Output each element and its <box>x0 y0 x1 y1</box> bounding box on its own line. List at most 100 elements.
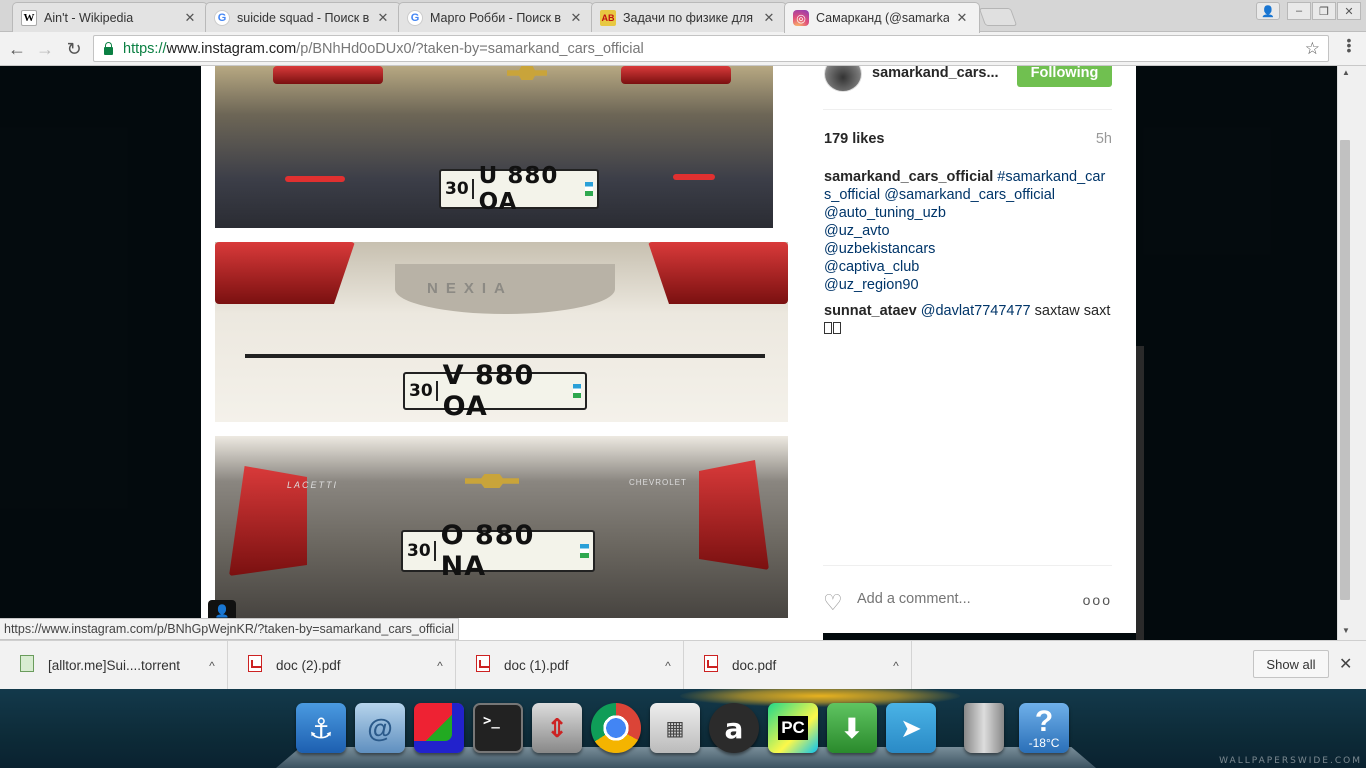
download-item[interactable]: doc.pdf ^ <box>684 641 912 690</box>
uzbekistan-flag-icon <box>572 384 581 398</box>
download-icon[interactable]: ⬇ <box>827 703 877 753</box>
page-scrollbar[interactable]: ▲ ▼ <box>1337 66 1366 640</box>
minimize-button[interactable]: – <box>1287 2 1311 20</box>
url-path: /p/BNhHd0oDUx0/?taken-by=samarkand_cars_… <box>296 40 644 57</box>
desktop-dock-area: ⚓ @ >_ ⇕ ▦ a PC ⬇ ➤ ? -18°C WALLPAPERSWI… <box>0 689 1366 768</box>
tab-close-icon[interactable]: ✕ <box>183 10 197 26</box>
chevron-up-icon[interactable]: ^ <box>425 659 455 673</box>
user-profile-icon[interactable]: 👤 <box>1256 2 1280 20</box>
license-plate-3: 30 O 880 NA <box>401 520 595 582</box>
caption-username[interactable]: samarkand_cars_official <box>824 169 993 185</box>
chrome-icon[interactable] <box>591 703 641 753</box>
taillight <box>215 242 355 304</box>
swirl-icon[interactable]: @ <box>355 703 405 753</box>
owner-username[interactable]: samarkand_cars... <box>872 66 999 81</box>
lock-icon <box>104 41 113 55</box>
uzbekistan-flag-icon <box>585 182 593 196</box>
tab-close-icon[interactable]: ✕ <box>569 10 583 26</box>
tab-close-icon[interactable]: ✕ <box>955 10 969 26</box>
avatar[interactable] <box>824 66 862 92</box>
background-page-strip <box>1136 346 1144 640</box>
chevron-up-icon[interactable]: ^ <box>653 659 683 673</box>
reload-button[interactable]: ↻ <box>61 36 87 62</box>
wikipedia-icon: W <box>21 9 37 26</box>
a-icon[interactable]: a <box>709 703 759 753</box>
likes-count[interactable]: 179 likes <box>824 131 884 147</box>
tab-close-icon[interactable]: ✕ <box>376 10 390 26</box>
page-viewport: 30 U 880 OA NEXIA 30 V 880 OA LACETTI CH <box>0 66 1337 640</box>
plate-region: 30 <box>407 541 436 561</box>
show-all-button[interactable]: Show all <box>1253 650 1329 678</box>
car-badge-chevrolet: CHEVROLET <box>629 478 687 487</box>
chrome-menu-icon[interactable]: • • • <box>1342 33 1356 57</box>
mention-link[interactable]: @auto_tuning_uzb <box>824 204 1112 222</box>
uzbekistan-flag-icon <box>580 544 589 558</box>
download-filename: doc.pdf <box>732 658 777 673</box>
settings-icon[interactable]: ⇕ <box>532 703 582 753</box>
post-sidebar: samarkand_cars... Following 179 likes 5h… <box>823 66 1136 633</box>
download-item[interactable]: doc (2).pdf ^ <box>228 641 456 690</box>
license-plate-2: 30 V 880 OA <box>403 360 587 422</box>
tab-instagram[interactable]: ◎ Самарканд (@samarka ✕ <box>784 2 980 33</box>
more-options-icon[interactable]: ooo <box>1083 592 1112 608</box>
add-comment-input[interactable] <box>857 591 1057 607</box>
chevrolet-logo <box>507 66 547 80</box>
telegram-icon[interactable]: ➤ <box>886 703 936 753</box>
scroll-down-icon[interactable]: ▼ <box>1340 626 1352 635</box>
trash-icon[interactable] <box>964 703 1004 753</box>
pdf-file-icon <box>248 655 262 672</box>
license-plate-1: 30 U 880 OA <box>439 163 599 215</box>
plate-region: 30 <box>445 179 474 199</box>
taillight <box>273 66 383 84</box>
comment: sunnat_ataev @davlat7747477 saxtaw saxt <box>824 302 1112 338</box>
download-item[interactable]: [alltor.me]Sui....torrent ^ <box>0 641 228 690</box>
taillight <box>699 460 769 570</box>
comment-username[interactable]: sunnat_ataev <box>824 303 917 319</box>
pycharm-icon[interactable]: PC <box>768 703 818 753</box>
back-button[interactable]: ← <box>4 36 30 62</box>
windows-icon[interactable] <box>414 703 464 753</box>
pdf-file-icon <box>704 655 718 672</box>
scroll-thumb[interactable] <box>1340 140 1350 600</box>
mention-link[interactable]: @uz_region90 <box>824 276 1112 294</box>
tab-close-icon[interactable]: ✕ <box>762 10 776 26</box>
tab-physics-problems[interactable]: AB Задачи по физике для ✕ <box>591 2 787 32</box>
car-badge-nexia: NEXIA <box>427 280 513 297</box>
chevron-up-icon[interactable]: ^ <box>881 659 911 673</box>
mention-link[interactable]: @davlat7747477 <box>921 303 1031 319</box>
tab-strip: W Ain't - Wikipedia ✕ G suicide squad - … <box>0 0 1366 33</box>
car-photo-2: NEXIA 30 V 880 OA <box>215 242 788 422</box>
download-item[interactable]: doc (1).pdf ^ <box>456 641 684 690</box>
instagram-icon: ◎ <box>793 10 809 26</box>
close-window-button[interactable]: ✕ <box>1337 2 1361 20</box>
download-filename: [alltor.me]Sui....torrent <box>48 658 181 673</box>
tab-google-margot-robbie[interactable]: G Марго Робби - Поиск в ✕ <box>398 2 594 32</box>
calculator-icon[interactable]: ▦ <box>650 703 700 753</box>
help-icon[interactable]: ? -18°C <box>1019 703 1069 753</box>
weather-temperature: -18°C <box>1028 736 1060 750</box>
mention-link[interactable]: @uz_avto <box>824 222 1112 240</box>
missing-glyph-icon <box>824 322 832 334</box>
tab-google-suicide-squad[interactable]: G suicide squad - Поиск в ✕ <box>205 2 401 32</box>
mention-link[interactable]: @captiva_club <box>824 258 1112 276</box>
anchor-icon[interactable]: ⚓ <box>296 703 346 753</box>
plate-number: O 880 NA <box>440 520 535 582</box>
chevron-up-icon[interactable]: ^ <box>197 659 227 673</box>
following-button[interactable]: Following <box>1017 66 1112 87</box>
new-tab-button[interactable] <box>978 8 1018 26</box>
close-icon[interactable]: ✕ <box>1339 654 1352 674</box>
maximize-button[interactable]: ❐ <box>1312 2 1336 20</box>
mention-link[interactable]: @uzbekistancars <box>824 240 1112 258</box>
terminal-icon[interactable]: >_ <box>473 703 523 753</box>
post-image[interactable]: 30 U 880 OA NEXIA 30 V 880 OA LACETTI CH <box>201 66 823 640</box>
bookmark-star-icon[interactable]: ☆ <box>1305 39 1320 59</box>
mention-link[interactable]: @samarkand_cars_official <box>884 187 1055 203</box>
pdf-file-icon <box>476 655 490 672</box>
scroll-up-icon[interactable]: ▲ <box>1340 68 1352 77</box>
post-time[interactable]: 5h <box>1096 131 1112 147</box>
address-bar[interactable]: https:// www.instagram.com /p/BNhHd0oDUx… <box>93 35 1329 62</box>
tab-wikipedia[interactable]: W Ain't - Wikipedia ✕ <box>12 2 208 32</box>
heart-icon[interactable]: ♡ <box>823 590 843 616</box>
download-filename: doc (1).pdf <box>504 658 569 673</box>
forward-button[interactable]: → <box>32 36 58 62</box>
